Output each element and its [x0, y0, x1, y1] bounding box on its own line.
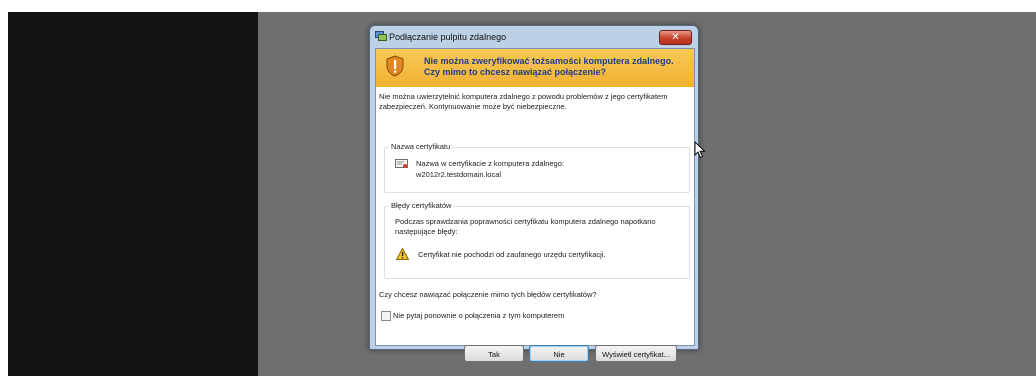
dont-ask-checkbox[interactable]	[381, 311, 391, 321]
banner-message: Nie można zweryfikować tożsamości komput…	[424, 56, 689, 78]
certificate-icon	[395, 159, 408, 168]
dialog-title: Podłączanie pulpitu zdalnego	[389, 32, 507, 42]
certificate-errors-legend: Błędy certyfikatów	[389, 201, 454, 210]
close-button[interactable]: ✕	[659, 30, 692, 45]
connect-question: Czy chcesz nawiązać połączenie mimo tych…	[379, 290, 597, 299]
view-certificate-button[interactable]: Wyświetl certyfikat...	[595, 345, 677, 362]
remote-desktop-icon	[375, 31, 387, 41]
dialog-titlebar[interactable]: Podłączanie pulpitu zdalnego ✕	[370, 26, 698, 48]
certificate-name-value: w2012r2.testdomain.local	[416, 170, 502, 179]
certificate-name-label: Nazwa w certyfikacie z komputera zdalneg…	[416, 159, 564, 168]
banner-line-1: Nie można zweryfikować tożsamości komput…	[424, 56, 674, 66]
dialog-description: Nie można uwierzytelnić komputera zdalne…	[379, 92, 668, 111]
mouse-cursor-icon	[694, 141, 706, 159]
certificate-name-legend: Nazwa certyfikatu	[389, 142, 453, 151]
certificate-errors-group: Błędy certyfikatów Podczas sprawdzania p…	[384, 201, 690, 279]
security-shield-icon	[386, 55, 404, 77]
rdp-certificate-dialog: Podłączanie pulpitu zdalnego ✕ Nie można…	[369, 25, 699, 362]
dont-ask-checkbox-label[interactable]: Nie pytaj ponownie o połączenia z tym ko…	[393, 311, 564, 320]
left-black-pane	[8, 12, 258, 376]
certificate-error-item: Certyfikat nie pochodzi od zaufanego urz…	[418, 250, 606, 259]
warning-banner: Nie można zweryfikować tożsamości komput…	[376, 49, 694, 87]
yes-button[interactable]: Tak	[464, 345, 524, 362]
certificate-errors-description: Podczas sprawdzania poprawności certyfik…	[395, 217, 656, 236]
banner-line-2: Czy mimo to chcesz nawiązać połączenie?	[424, 67, 607, 77]
warning-triangle-icon	[396, 248, 409, 260]
certificate-name-group: Nazwa certyfikatu Nazwa w certyfikacie z…	[384, 142, 690, 193]
dialog-content: Nie można zweryfikować tożsamości komput…	[375, 48, 695, 362]
no-button[interactable]: Nie	[529, 345, 589, 362]
